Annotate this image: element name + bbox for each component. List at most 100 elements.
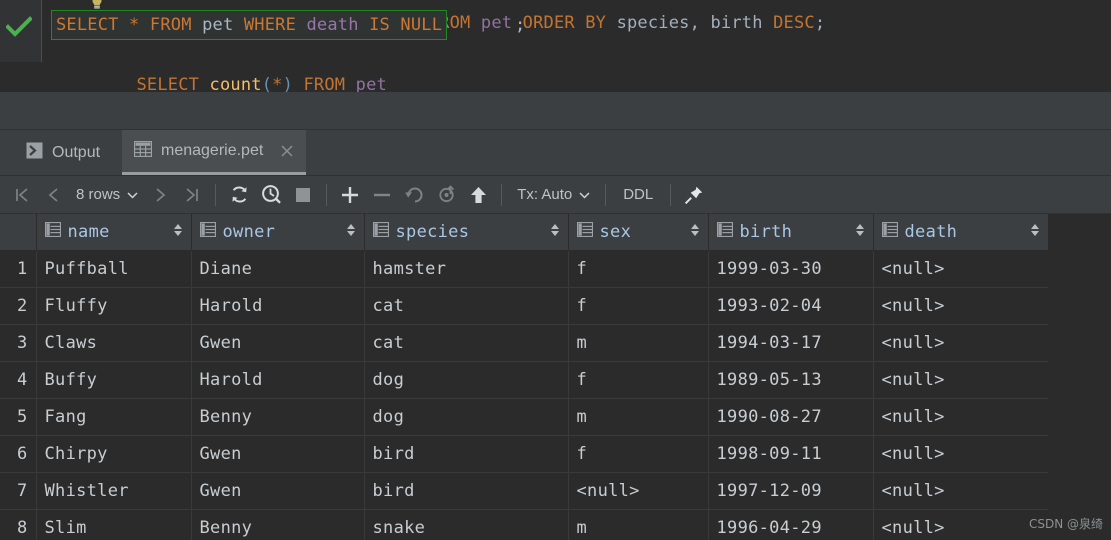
- table-row[interactable]: 1 Puffball Diane hamster f 1999-03-30 <n…: [0, 250, 1049, 288]
- cell-birth[interactable]: 1996-04-29: [708, 509, 874, 540]
- column-header-owner[interactable]: owner: [191, 214, 365, 251]
- column-header-birth[interactable]: birth: [708, 214, 874, 251]
- grid-vertical-scrollbar[interactable]: [1104, 214, 1111, 540]
- cell-sex[interactable]: m: [568, 398, 709, 436]
- sort-arrows-icon[interactable]: [855, 222, 865, 242]
- cell-owner[interactable]: Gwen: [191, 324, 365, 362]
- cell-death[interactable]: <null>: [873, 509, 1049, 540]
- row-number[interactable]: 7: [0, 472, 37, 510]
- row-number[interactable]: 6: [0, 435, 37, 473]
- cell-birth[interactable]: 1999-03-30: [708, 250, 874, 288]
- rows-count-dropdown[interactable]: 8 rows: [70, 186, 144, 203]
- cell-name[interactable]: Puffball: [36, 250, 192, 288]
- table-row[interactable]: 2 Fluffy Harold cat f 1993-02-04 <null>: [0, 287, 1049, 325]
- sort-arrows-icon[interactable]: [690, 222, 700, 242]
- cell-sex[interactable]: m: [568, 509, 709, 540]
- cell-sex[interactable]: f: [568, 435, 709, 473]
- cell-death[interactable]: <null>: [873, 361, 1049, 399]
- cell-death[interactable]: <null>: [873, 435, 1049, 473]
- cell-death[interactable]: <null>: [873, 472, 1049, 510]
- lightbulb-icon[interactable]: [91, 0, 103, 10]
- green-check-icon[interactable]: [5, 16, 33, 38]
- cell-birth[interactable]: 1990-08-27: [708, 398, 874, 436]
- cell-owner[interactable]: Harold: [191, 361, 365, 399]
- editor-gutter[interactable]: [0, 0, 42, 62]
- column-header-name[interactable]: name: [36, 214, 192, 251]
- sql-line-current-highlight[interactable]: SELECT * FROM pet WHERE death IS NULL: [51, 10, 448, 40]
- cell-species[interactable]: bird: [364, 472, 569, 510]
- cell-sex[interactable]: f: [568, 287, 709, 325]
- cell-species[interactable]: bird: [364, 435, 569, 473]
- cell-species[interactable]: cat: [364, 287, 569, 325]
- cell-species[interactable]: snake: [364, 509, 569, 540]
- tab-output[interactable]: Output: [14, 130, 112, 175]
- cell-death[interactable]: <null>: [873, 398, 1049, 436]
- cell-name[interactable]: Chirpy: [36, 435, 192, 473]
- revert-icon[interactable]: [398, 179, 430, 211]
- close-icon[interactable]: [280, 144, 294, 158]
- table-row[interactable]: 8 Slim Benny snake m 1996-04-29 <null>: [0, 509, 1049, 540]
- row-number[interactable]: 1: [0, 250, 37, 288]
- table-row[interactable]: 6 Chirpy Gwen bird f 1998-09-11 <null>: [0, 435, 1049, 473]
- cell-species[interactable]: cat: [364, 324, 569, 362]
- cell-birth[interactable]: 1998-09-11: [708, 435, 874, 473]
- sql-line-current[interactable]: SELECT * FROM pet WHERE death IS NULL: [56, 15, 442, 35]
- revert-selected-icon[interactable]: [430, 179, 462, 211]
- sql-line-below[interactable]: SELECT count(*) FROM pet: [53, 46, 387, 92]
- last-page-icon[interactable]: [176, 179, 208, 211]
- query-time-icon[interactable]: [255, 179, 287, 211]
- sort-arrows-icon[interactable]: [1030, 222, 1040, 242]
- sort-arrows-icon[interactable]: [550, 222, 560, 242]
- column-header-death[interactable]: death: [873, 214, 1049, 251]
- column-header-species[interactable]: species: [364, 214, 569, 251]
- cell-owner[interactable]: Benny: [191, 398, 365, 436]
- plus-icon[interactable]: [334, 179, 366, 211]
- cell-name[interactable]: Buffy: [36, 361, 192, 399]
- tab-menagerie-pet[interactable]: menagerie.pet: [122, 130, 307, 175]
- table-row[interactable]: 5 Fang Benny dog m 1990-08-27 <null>: [0, 398, 1049, 436]
- cell-name[interactable]: Fluffy: [36, 287, 192, 325]
- cell-birth[interactable]: 1997-12-09: [708, 472, 874, 510]
- row-number[interactable]: 2: [0, 287, 37, 325]
- ddl-button[interactable]: DDL: [613, 186, 663, 203]
- cell-death[interactable]: <null>: [873, 324, 1049, 362]
- row-number[interactable]: 4: [0, 361, 37, 399]
- cell-sex[interactable]: <null>: [568, 472, 709, 510]
- cell-sex[interactable]: m: [568, 324, 709, 362]
- cell-owner[interactable]: Harold: [191, 287, 365, 325]
- cell-sex[interactable]: f: [568, 361, 709, 399]
- cell-name[interactable]: Claws: [36, 324, 192, 362]
- cell-species[interactable]: dog: [364, 361, 569, 399]
- pin-icon[interactable]: [678, 179, 710, 211]
- cell-death[interactable]: <null>: [873, 287, 1049, 325]
- sort-arrows-icon[interactable]: [173, 222, 183, 242]
- cell-birth[interactable]: 1993-02-04: [708, 287, 874, 325]
- refresh-icon[interactable]: [223, 179, 255, 211]
- minus-icon[interactable]: [366, 179, 398, 211]
- code-area[interactable]: SELECT name, species, birth FROM pet ORD…: [43, 0, 1111, 92]
- transaction-mode-dropdown[interactable]: Tx: Auto: [509, 186, 598, 203]
- cell-birth[interactable]: 1989-05-13: [708, 361, 874, 399]
- select-all-corner[interactable]: [0, 214, 37, 251]
- sql-editor[interactable]: SELECT name, species, birth FROM pet ORD…: [0, 0, 1111, 92]
- cell-death[interactable]: <null>: [873, 250, 1049, 288]
- row-number[interactable]: 3: [0, 324, 37, 362]
- cell-sex[interactable]: f: [568, 250, 709, 288]
- cell-owner[interactable]: Gwen: [191, 435, 365, 473]
- table-row[interactable]: 4 Buffy Harold dog f 1989-05-13 <null>: [0, 361, 1049, 399]
- cell-name[interactable]: Whistler: [36, 472, 192, 510]
- row-number[interactable]: 8: [0, 509, 37, 540]
- cell-birth[interactable]: 1994-03-17: [708, 324, 874, 362]
- cell-name[interactable]: Fang: [36, 398, 192, 436]
- sort-arrows-icon[interactable]: [346, 222, 356, 242]
- cell-owner[interactable]: Gwen: [191, 472, 365, 510]
- cell-owner[interactable]: Diane: [191, 250, 365, 288]
- first-page-icon[interactable]: [6, 179, 38, 211]
- cell-species[interactable]: dog: [364, 398, 569, 436]
- cell-owner[interactable]: Benny: [191, 509, 365, 540]
- prev-page-icon[interactable]: [38, 179, 70, 211]
- stop-icon[interactable]: [287, 179, 319, 211]
- upload-arrow-icon[interactable]: [462, 179, 494, 211]
- cell-species[interactable]: hamster: [364, 250, 569, 288]
- table-row[interactable]: 7 Whistler Gwen bird <null> 1997-12-09 <…: [0, 472, 1049, 510]
